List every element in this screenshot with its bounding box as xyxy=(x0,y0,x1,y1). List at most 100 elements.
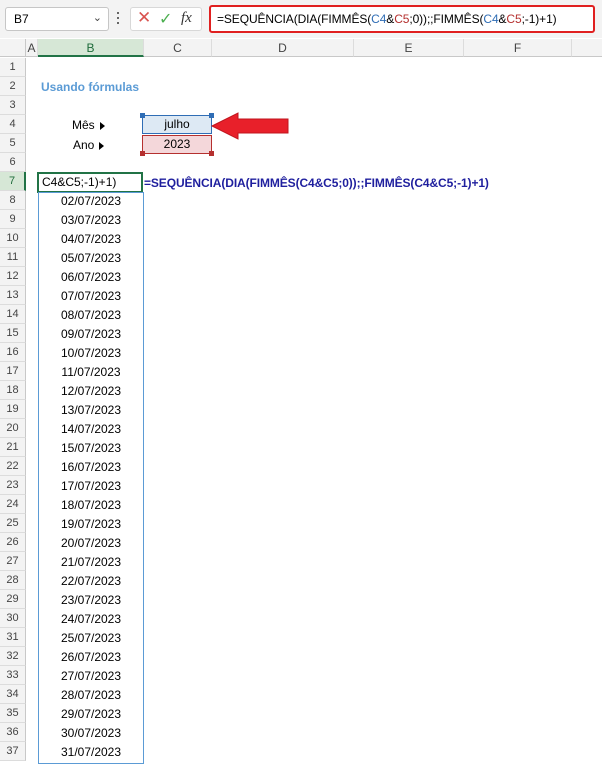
row-header[interactable]: 24 xyxy=(0,495,26,514)
range-handle[interactable] xyxy=(209,151,214,156)
triangle-right-icon xyxy=(99,121,105,130)
row-header[interactable]: 27 xyxy=(0,552,26,571)
chevron-down-icon[interactable]: ⌄ xyxy=(93,11,102,24)
cancel-icon[interactable]: ✕ xyxy=(137,8,151,28)
more-options-icon[interactable] xyxy=(115,9,121,27)
date-cell[interactable]: 17/07/2023 xyxy=(40,477,142,496)
column-header[interactable]: B xyxy=(38,39,144,57)
row-header[interactable]: 26 xyxy=(0,533,26,552)
date-cell[interactable]: 03/07/2023 xyxy=(40,211,142,230)
name-box[interactable]: B7 ⌄ xyxy=(5,7,109,31)
row-header[interactable]: 14 xyxy=(0,305,26,324)
row-header[interactable]: 13 xyxy=(0,286,26,305)
date-cell[interactable]: 05/07/2023 xyxy=(40,249,142,268)
row-header[interactable]: 36 xyxy=(0,723,26,742)
date-cell[interactable]: 27/07/2023 xyxy=(40,667,142,686)
row-header[interactable]: 31 xyxy=(0,628,26,647)
row-header[interactable]: 23 xyxy=(0,476,26,495)
row-header[interactable]: 9 xyxy=(0,210,26,229)
row-header[interactable]: 28 xyxy=(0,571,26,590)
date-cell[interactable]: 23/07/2023 xyxy=(40,591,142,610)
row-header[interactable]: 30 xyxy=(0,609,26,628)
row-header[interactable]: 3 xyxy=(0,96,26,115)
formula-ref: C4 xyxy=(483,12,499,26)
row-header[interactable]: 34 xyxy=(0,685,26,704)
date-cell[interactable]: 07/07/2023 xyxy=(40,287,142,306)
row-header[interactable]: 21 xyxy=(0,438,26,457)
mes-label-text: Mês xyxy=(72,118,95,132)
cell-c5-ano[interactable]: 2023 xyxy=(142,135,212,154)
date-cell[interactable]: 16/07/2023 xyxy=(40,458,142,477)
date-cell[interactable]: 22/07/2023 xyxy=(40,572,142,591)
row-header[interactable]: 2 xyxy=(0,77,26,96)
date-cell[interactable]: 28/07/2023 xyxy=(40,686,142,705)
mes-label: Mês xyxy=(72,116,105,135)
row-header[interactable]: 18 xyxy=(0,381,26,400)
row-header[interactable]: 12 xyxy=(0,267,26,286)
date-cell[interactable]: 29/07/2023 xyxy=(40,705,142,724)
row-header[interactable]: 16 xyxy=(0,343,26,362)
row-header[interactable]: 33 xyxy=(0,666,26,685)
enter-check-icon[interactable]: ✓ xyxy=(159,9,172,29)
date-cell[interactable]: 26/07/2023 xyxy=(40,648,142,667)
ano-label-text: Ano xyxy=(73,138,95,152)
date-cell[interactable]: 30/07/2023 xyxy=(40,724,142,743)
date-cell[interactable]: 19/07/2023 xyxy=(40,515,142,534)
date-cell[interactable]: 12/07/2023 xyxy=(40,382,142,401)
date-cell[interactable]: 09/07/2023 xyxy=(40,325,142,344)
row-header[interactable]: 32 xyxy=(0,647,26,666)
date-cell[interactable]: 24/07/2023 xyxy=(40,610,142,629)
date-cell[interactable]: 02/07/2023 xyxy=(40,192,142,211)
formula-part: =SEQUÊNCIA(DIA(FIMMÊS( xyxy=(217,12,372,26)
date-cell[interactable]: 14/07/2023 xyxy=(40,420,142,439)
date-cell[interactable]: 04/07/2023 xyxy=(40,230,142,249)
insert-function-icon[interactable]: fx xyxy=(181,10,192,27)
date-cell[interactable]: 15/07/2023 xyxy=(40,439,142,458)
row-header[interactable]: 17 xyxy=(0,362,26,381)
row-header[interactable]: 7 xyxy=(0,172,26,191)
sheet-title: Usando fórmulas xyxy=(41,80,140,94)
row-header[interactable]: 35 xyxy=(0,704,26,723)
row-header[interactable]: 15 xyxy=(0,324,26,343)
column-header[interactable]: D xyxy=(212,39,354,57)
date-cell[interactable]: 10/07/2023 xyxy=(40,344,142,363)
row-header[interactable]: 6 xyxy=(0,153,26,172)
date-cell[interactable]: 20/07/2023 xyxy=(40,534,142,553)
column-header[interactable]: C xyxy=(144,39,212,57)
formula-ref: C4 xyxy=(371,12,387,26)
range-handle[interactable] xyxy=(140,113,145,118)
date-cell[interactable]: 13/07/2023 xyxy=(40,401,142,420)
row-header[interactable]: 10 xyxy=(0,229,26,248)
red-arrow-icon xyxy=(210,112,289,140)
date-cell[interactable]: 21/07/2023 xyxy=(40,553,142,572)
formula-input[interactable]: =SEQUÊNCIA(DIA(FIMMÊS(C4&C5;0));;FIMMÊS(… xyxy=(209,5,595,33)
row-header[interactable]: 29 xyxy=(0,590,26,609)
formula-part: ;-1)+1) xyxy=(521,12,557,26)
row-header[interactable]: 1 xyxy=(0,58,26,77)
column-header[interactable]: F xyxy=(464,39,572,57)
row-header[interactable]: 11 xyxy=(0,248,26,267)
row-header[interactable]: 22 xyxy=(0,457,26,476)
row-header[interactable]: 4 xyxy=(0,115,26,134)
row-header[interactable]: 20 xyxy=(0,419,26,438)
active-cell-b7[interactable]: C4&C5;-1)+1) xyxy=(37,172,143,193)
date-cell[interactable]: 31/07/2023 xyxy=(40,743,142,762)
row-header[interactable]: 8 xyxy=(0,191,26,210)
row-header[interactable]: 37 xyxy=(0,742,26,761)
range-handle[interactable] xyxy=(140,151,145,156)
date-cell[interactable]: 06/07/2023 xyxy=(40,268,142,287)
formula-ref: C5 xyxy=(506,12,522,26)
row-header[interactable]: 25 xyxy=(0,514,26,533)
select-all-corner[interactable] xyxy=(0,39,26,57)
column-header[interactable]: E xyxy=(354,39,464,57)
column-header[interactable]: A xyxy=(26,39,38,57)
formula-bar: B7 ⌄ ✕ ✓ fx =SEQUÊNCIA(DIA(FIMMÊS(C4&C5;… xyxy=(0,0,602,38)
cell-c4-mes[interactable]: julho xyxy=(142,115,212,134)
date-cell[interactable]: 25/07/2023 xyxy=(40,629,142,648)
date-cell[interactable]: 18/07/2023 xyxy=(40,496,142,515)
row-header[interactable]: 19 xyxy=(0,400,26,419)
date-cell[interactable]: 08/07/2023 xyxy=(40,306,142,325)
row-header[interactable]: 5 xyxy=(0,134,26,153)
date-cell[interactable]: 11/07/2023 xyxy=(40,363,142,382)
column-header-partial[interactable] xyxy=(572,39,602,57)
